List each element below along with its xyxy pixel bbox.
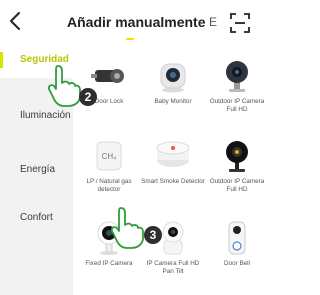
device-label: Baby Monitor bbox=[154, 98, 192, 105]
sidebar-item-confort[interactable]: Confort bbox=[0, 212, 73, 226]
device-grid: Door Lock Baby Monitor Outdoor IP Camera… bbox=[73, 44, 270, 295]
gas-detector-icon: CH₄ bbox=[96, 141, 122, 171]
tab-next-partial[interactable]: E bbox=[209, 15, 217, 29]
device-label: Outdoor IP Camera Full HD bbox=[209, 98, 265, 113]
back-button[interactable] bbox=[6, 10, 26, 32]
device-label: Smart Smoke Detector bbox=[141, 178, 205, 185]
gas-detector-icon-text: CH₄ bbox=[102, 152, 117, 161]
pointing-hand-icon bbox=[110, 207, 144, 249]
door-bell-icon bbox=[228, 221, 246, 255]
scan-button[interactable] bbox=[229, 12, 251, 34]
page-title: Añadir manualmente bbox=[67, 14, 206, 30]
sidebar-item-label: Energía bbox=[20, 164, 56, 175]
sidebar-item-iluminacion[interactable]: Iluminación bbox=[0, 110, 73, 140]
step-badge: 2 bbox=[79, 88, 97, 106]
smoke-detector-icon bbox=[156, 141, 190, 167]
sidebar-item-energia[interactable]: Energía bbox=[0, 164, 73, 178]
device-label: Outdoor IP Camera Full HD bbox=[209, 178, 265, 193]
active-category-marker bbox=[0, 52, 3, 68]
device-tile-baby-monitor[interactable]: Baby Monitor bbox=[141, 58, 205, 106]
active-tab-indicator bbox=[126, 38, 134, 40]
device-label: Fixed IP Camera bbox=[85, 260, 133, 267]
device-tile-smoke-detector[interactable]: Smart Smoke Detector bbox=[141, 138, 205, 186]
sidebar-item-label: Iluminación bbox=[20, 110, 71, 121]
outdoor-camera-icon bbox=[226, 61, 248, 92]
device-label: Door Bell bbox=[224, 260, 250, 267]
device-tile-outdoor-camera[interactable]: Outdoor IP Camera Full HD bbox=[205, 58, 269, 114]
device-tile-door-bell[interactable]: Door Bell bbox=[205, 220, 269, 268]
top-bar: Añadir manualmente E bbox=[0, 0, 270, 44]
device-tile-outdoor-camera-2[interactable]: Outdoor IP Camera Full HD bbox=[205, 138, 269, 194]
door-lock-icon bbox=[91, 69, 124, 83]
scan-icon bbox=[230, 13, 250, 33]
outdoor-camera-2-icon bbox=[226, 141, 248, 172]
device-label: IP Camera Full HD Pan Tilt bbox=[146, 260, 200, 275]
device-label: LP / Natural gas detector bbox=[86, 178, 132, 193]
baby-monitor-icon bbox=[160, 63, 186, 93]
device-tile-gas-detector[interactable]: CH₄ LP / Natural gas detector bbox=[77, 138, 141, 194]
chevron-left-icon bbox=[10, 12, 20, 30]
step-badge: 3 bbox=[144, 226, 162, 244]
sidebar-item-label: Confort bbox=[20, 212, 53, 223]
